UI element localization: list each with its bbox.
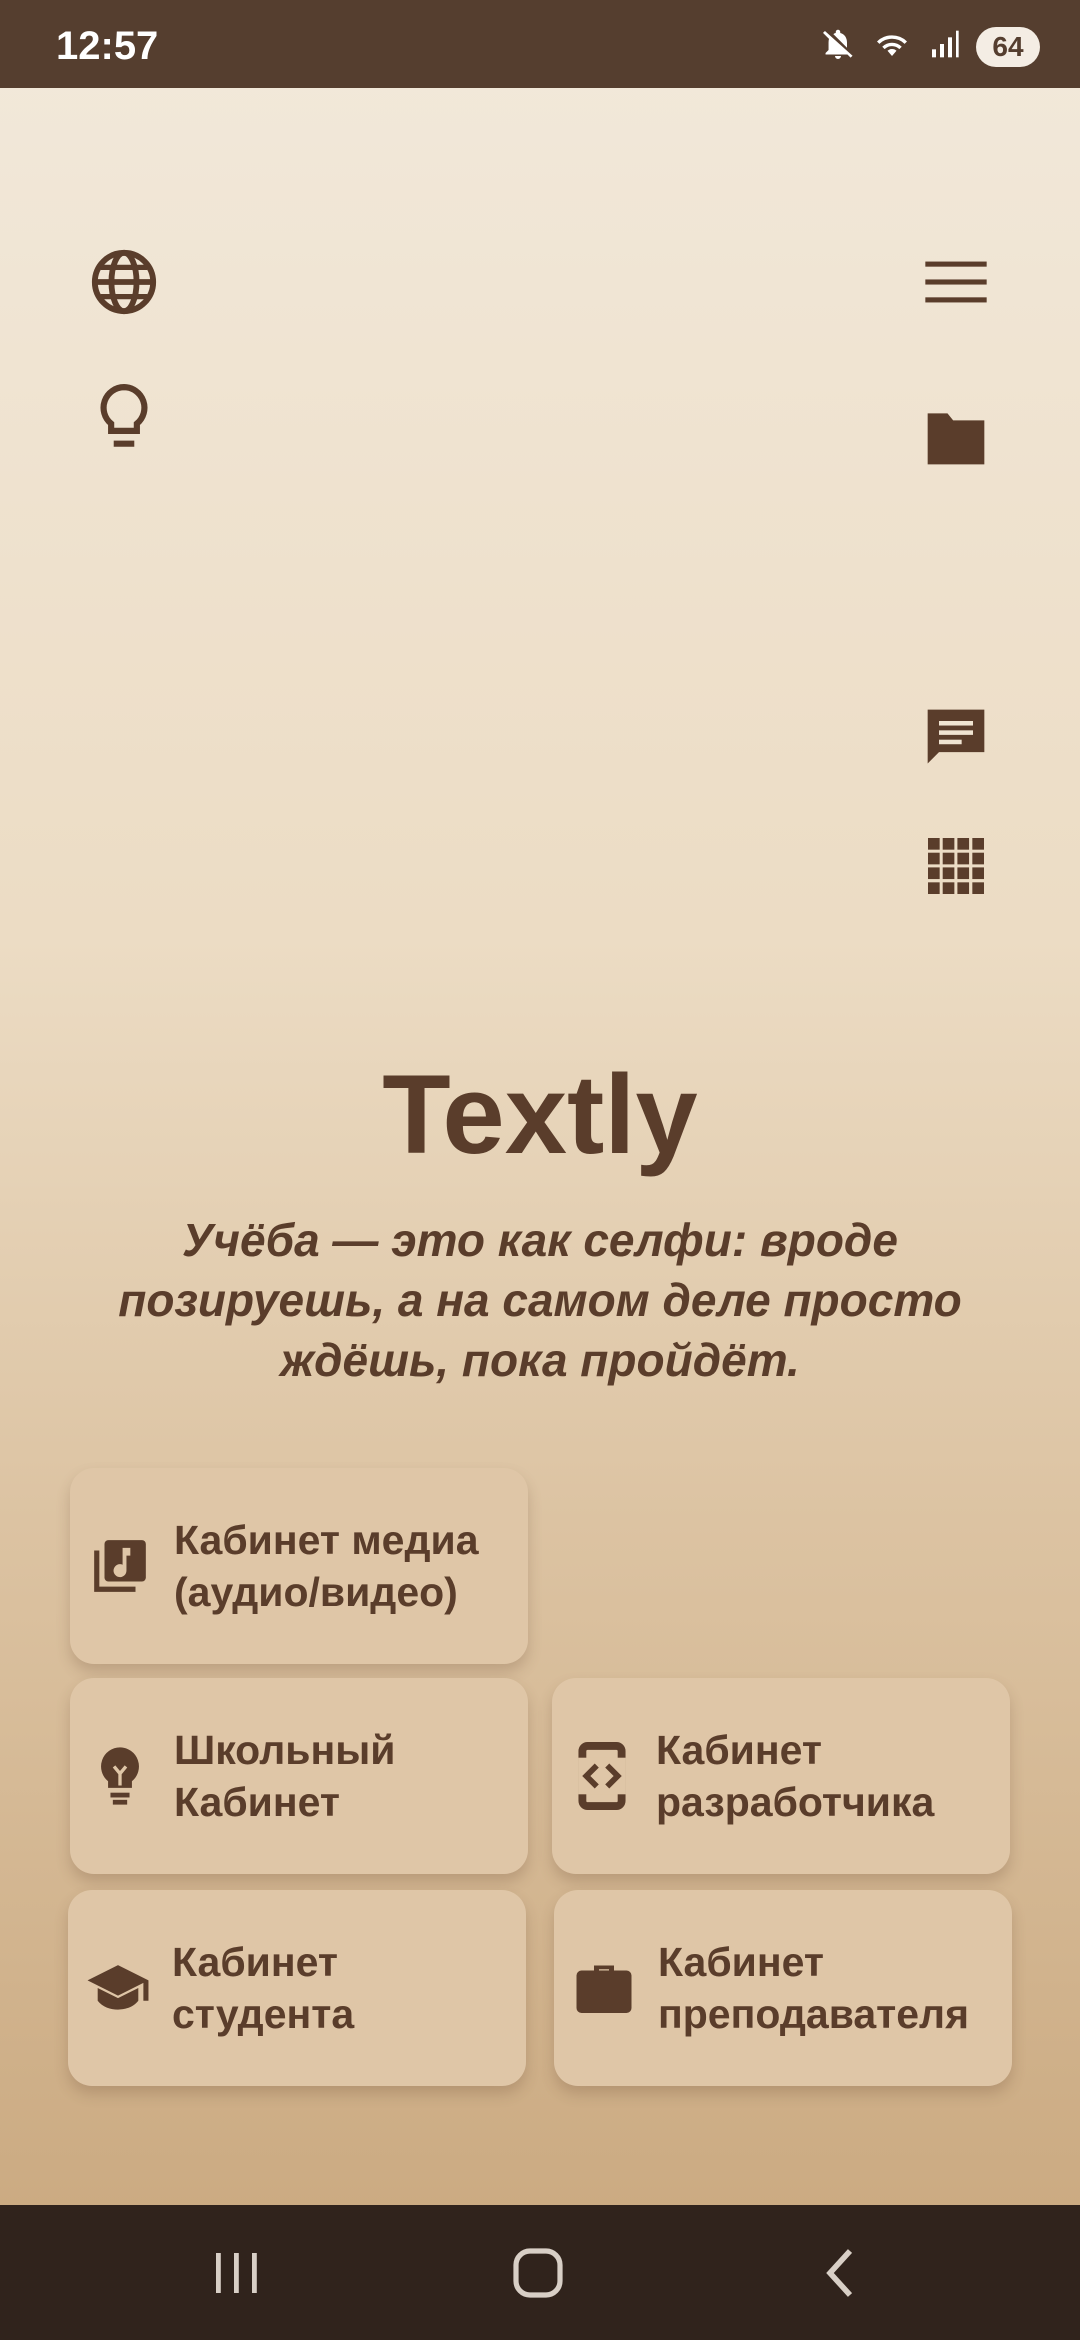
folder-icon [922, 407, 990, 470]
developer-cabinet-button[interactable]: Кабинет разработчика [552, 1678, 1010, 1874]
card-label-line1: Кабинет [172, 1939, 338, 1985]
card-label-line2: студента [172, 1991, 355, 2037]
tips-button[interactable] [84, 380, 164, 460]
status-time: 12:57 [56, 24, 159, 68]
status-icons: 64 [820, 26, 1040, 67]
status-bar: 12:57 64 [0, 0, 1080, 88]
home-icon [508, 2248, 568, 2305]
globe-icon [89, 247, 159, 322]
card-label-line2: (аудио/видео) [174, 1569, 458, 1615]
media-cabinet-button[interactable]: Кабинет медиа (аудио/видео) [70, 1468, 528, 1664]
app-title: Textly [382, 1052, 698, 1177]
card-label-line1: Кабинет [656, 1727, 822, 1773]
card-label-line1: Школьный [174, 1727, 396, 1773]
lightbulb-icon [93, 382, 155, 459]
lightbulb-icon [78, 1745, 162, 1807]
chat-icon [922, 704, 990, 777]
student-cabinet-button[interactable]: Кабинет студента [68, 1890, 526, 2086]
graduation-cap-icon [76, 1961, 160, 2015]
card-label-line2: Кабинет [174, 1779, 340, 1825]
recents-button[interactable] [206, 2245, 266, 2306]
apps-grid-button[interactable] [916, 828, 996, 908]
developer-mode-icon [560, 1742, 644, 1810]
menu-button[interactable] [916, 244, 996, 324]
navigation-bar [0, 2205, 1080, 2340]
apps-grid-icon [928, 837, 984, 899]
card-label-line1: Кабинет [658, 1939, 824, 1985]
menu-icon [925, 259, 987, 310]
media-library-icon [78, 1535, 162, 1597]
quote-text: Учёба — это как селфи: вроде позируешь, … [118, 1214, 962, 1386]
battery-icon: 64 [976, 26, 1040, 67]
wifi-icon [872, 26, 912, 67]
school-cabinet-button[interactable]: Школьный Кабинет [70, 1678, 528, 1874]
language-globe-button[interactable] [84, 244, 164, 324]
back-icon [812, 2249, 872, 2305]
mute-icon [820, 26, 856, 67]
signal-icon [928, 26, 960, 67]
teacher-cabinet-button[interactable]: Кабинет преподавателя [554, 1890, 1012, 2086]
recents-icon [206, 2253, 266, 2305]
card-label-line2: разработчика [656, 1779, 935, 1825]
chat-button[interactable] [916, 700, 996, 780]
card-label-line2: преподавателя [658, 1991, 970, 2037]
briefcase-icon [562, 1960, 646, 2016]
back-button[interactable] [812, 2245, 872, 2306]
card-label-line1: Кабинет медиа [174, 1517, 479, 1563]
home-button[interactable] [508, 2245, 568, 2306]
folder-button[interactable] [916, 398, 996, 478]
